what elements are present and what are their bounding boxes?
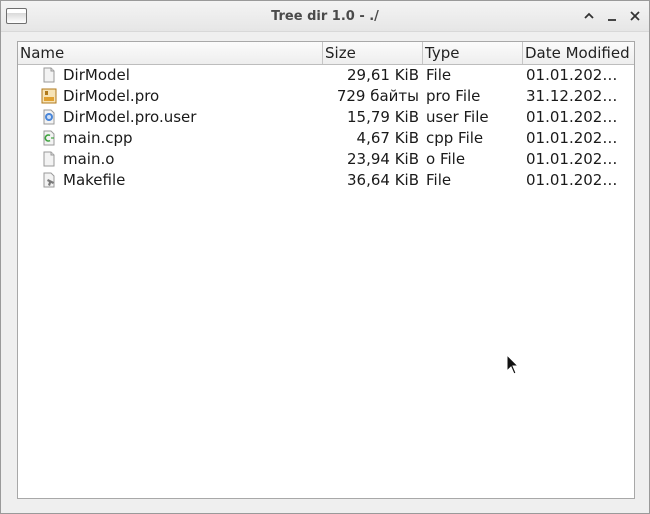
makefile-icon — [41, 172, 57, 188]
file-type: cpp File — [426, 129, 484, 147]
file-size: 36,64 KiB — [346, 171, 419, 189]
generic-file-icon — [41, 67, 57, 83]
table-row[interactable]: main.o 23,94 KiB o File 01.01.202… — [18, 149, 634, 170]
chevron-up-icon — [584, 12, 594, 19]
file-tree-view[interactable]: Name Size Type Date Modified DirModel 29… — [17, 41, 635, 499]
table-row[interactable]: DirModel.pro 729 байты pro File 31.12.20… — [18, 86, 634, 107]
file-type: user File — [426, 108, 489, 126]
table-row[interactable]: main.cpp 4,67 KiB cpp File 01.01.202… — [18, 128, 634, 149]
cpp-file-icon — [41, 130, 57, 146]
file-date: 01.01.202… — [526, 108, 618, 126]
qt-project-file-icon — [41, 88, 57, 104]
file-name: main.o — [63, 150, 115, 168]
title-bar[interactable]: Tree dir 1.0 - ./ — [1, 1, 649, 32]
file-name: main.cpp — [63, 129, 133, 147]
file-name: DirModel.pro — [63, 87, 160, 105]
file-type: pro File — [426, 87, 481, 105]
column-header-type[interactable]: Type — [423, 42, 523, 64]
file-size: 729 байты — [336, 87, 419, 105]
file-name: DirModel.pro.user — [63, 108, 197, 126]
file-date: 01.01.202… — [526, 66, 618, 84]
file-date: 01.01.202… — [526, 150, 618, 168]
minimize-icon — [608, 19, 616, 21]
column-header-size[interactable]: Size — [323, 42, 423, 64]
file-type: File — [426, 171, 452, 189]
table-row[interactable]: DirModel 29,61 KiB File 01.01.202… — [18, 65, 634, 86]
file-size: 4,67 KiB — [356, 129, 419, 147]
file-name: Makefile — [63, 171, 126, 189]
close-icon — [630, 11, 640, 21]
table-row[interactable]: Makefile 36,64 KiB File 01.01.202… — [18, 170, 634, 191]
mouse-pointer-icon — [506, 354, 520, 375]
column-header: Name Size Type Date Modified — [18, 42, 634, 65]
column-header-name[interactable]: Name — [18, 42, 323, 64]
file-date: 01.01.202… — [526, 171, 618, 189]
column-header-date[interactable]: Date Modified — [523, 42, 634, 64]
file-date: 01.01.202… — [526, 129, 618, 147]
minimize-button[interactable] — [605, 9, 619, 23]
table-row[interactable]: DirModel.pro.user 15,79 KiB user File 01… — [18, 107, 634, 128]
file-size: 29,61 KiB — [346, 66, 419, 84]
user-file-icon — [41, 109, 57, 125]
maximize-button[interactable] — [582, 9, 596, 23]
file-type: o File — [426, 150, 466, 168]
window-title: Tree dir 1.0 - ./ — [271, 9, 379, 24]
file-date: 31.12.202… — [526, 87, 618, 105]
file-type: File — [426, 66, 452, 84]
file-name: DirModel — [63, 66, 130, 84]
file-size: 15,79 KiB — [346, 108, 419, 126]
generic-file-icon — [41, 151, 57, 167]
close-button[interactable] — [628, 9, 642, 23]
app-window: Tree dir 1.0 - ./ Name Size Type Date Mo… — [0, 0, 650, 514]
file-size: 23,94 KiB — [346, 150, 419, 168]
